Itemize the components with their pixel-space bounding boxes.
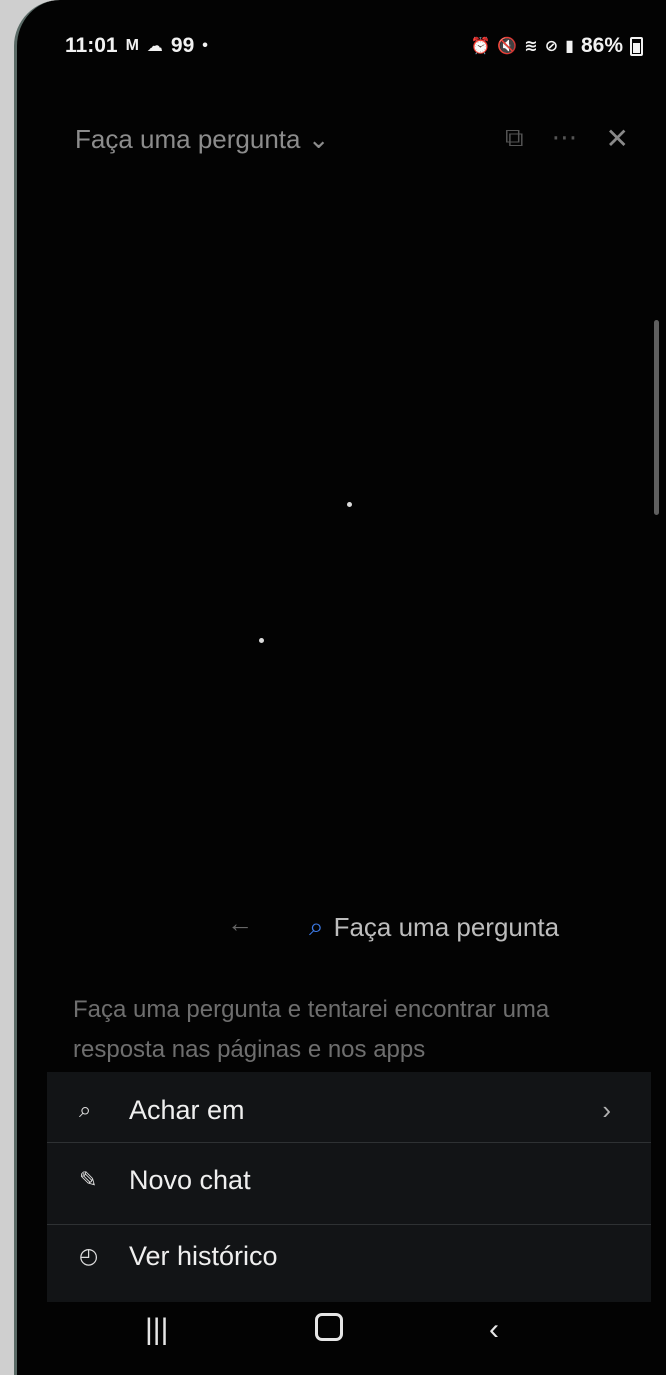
- ask-question-label: Faça uma pergunta: [333, 911, 560, 942]
- app-header: Faça uma pergunta ⌄ ⧉ ⋯ ✕: [75, 118, 649, 162]
- ask-question-button[interactable]: ⌕ Faça uma pergunta: [297, 900, 597, 954]
- menu-item-label: Novo chat: [129, 1164, 251, 1195]
- more-notifications-icon: •: [202, 37, 208, 54]
- cloud-icon: ☁: [146, 38, 163, 55]
- close-icon[interactable]: ✕: [606, 122, 629, 155]
- gmail-icon: M: [125, 37, 139, 54]
- recent-apps-button[interactable]: |||: [145, 1313, 168, 1347]
- dnd-icon: ⊘: [544, 38, 559, 55]
- page-title-text: Faça uma pergunta: [75, 124, 301, 154]
- decorative-dot: [259, 638, 264, 643]
- search-icon: ⌕: [79, 1097, 92, 1122]
- back-arrow-icon[interactable]: ←: [227, 908, 253, 939]
- status-right: ⏰ 🔇 ≋ ⊘ ▮ 86%: [470, 34, 643, 58]
- navigation-bar: ||| ‹: [17, 1295, 666, 1375]
- page-title[interactable]: Faça uma pergunta ⌄: [75, 124, 330, 155]
- action-menu: ⌕ Achar em › ✎ Novo chat ◴ Ver histórico: [47, 1072, 651, 1302]
- phone-screen: 11:01 M ☁ 99 • ⏰ 🔇 ≋ ⊘ ▮ 86% Faça uma pe…: [14, 0, 666, 1375]
- search-icon: ⌕: [309, 911, 324, 941]
- battery-level: 86%: [580, 34, 623, 57]
- menu-item-label: Achar em: [129, 1094, 245, 1125]
- back-button[interactable]: ‹: [489, 1313, 499, 1347]
- open-external-icon[interactable]: ⧉: [505, 122, 524, 155]
- home-icon: [315, 1313, 343, 1341]
- chevron-right-icon: ›: [602, 1094, 611, 1125]
- battery-icon: [630, 36, 643, 56]
- menu-item-new-chat[interactable]: ✎ Novo chat: [47, 1142, 651, 1218]
- status-time: 11:01: [65, 34, 118, 57]
- chevron-down-icon: ⌄: [307, 124, 330, 154]
- scrollbar[interactable]: [654, 320, 659, 515]
- prompt-description: Faça uma pergunta e tentarei encontrar u…: [73, 996, 550, 1063]
- notification-count: 99: [170, 34, 195, 57]
- signal-icon: ▮: [565, 38, 574, 55]
- history-icon: ◴: [79, 1243, 99, 1268]
- menu-item-view-history[interactable]: ◴ Ver histórico: [47, 1218, 651, 1294]
- wifi-icon: ≋: [524, 38, 538, 55]
- menu-item-label: Ver histórico: [129, 1240, 278, 1271]
- decorative-dot: [347, 502, 352, 507]
- menu-item-find-in[interactable]: ⌕ Achar em ›: [47, 1072, 651, 1148]
- more-options-icon[interactable]: ⋯: [552, 122, 578, 155]
- header-actions: ⧉ ⋯ ✕: [505, 122, 629, 155]
- status-left: 11:01 M ☁ 99 •: [65, 34, 208, 58]
- edit-icon: ✎: [79, 1167, 98, 1192]
- home-button[interactable]: [315, 1313, 343, 1349]
- status-bar: 11:01 M ☁ 99 • ⏰ 🔇 ≋ ⊘ ▮ 86%: [65, 30, 643, 66]
- mute-icon: 🔇: [497, 38, 518, 55]
- search-row: ← ⌕ Faça uma pergunta: [227, 900, 617, 954]
- alarm-icon: ⏰: [470, 38, 491, 55]
